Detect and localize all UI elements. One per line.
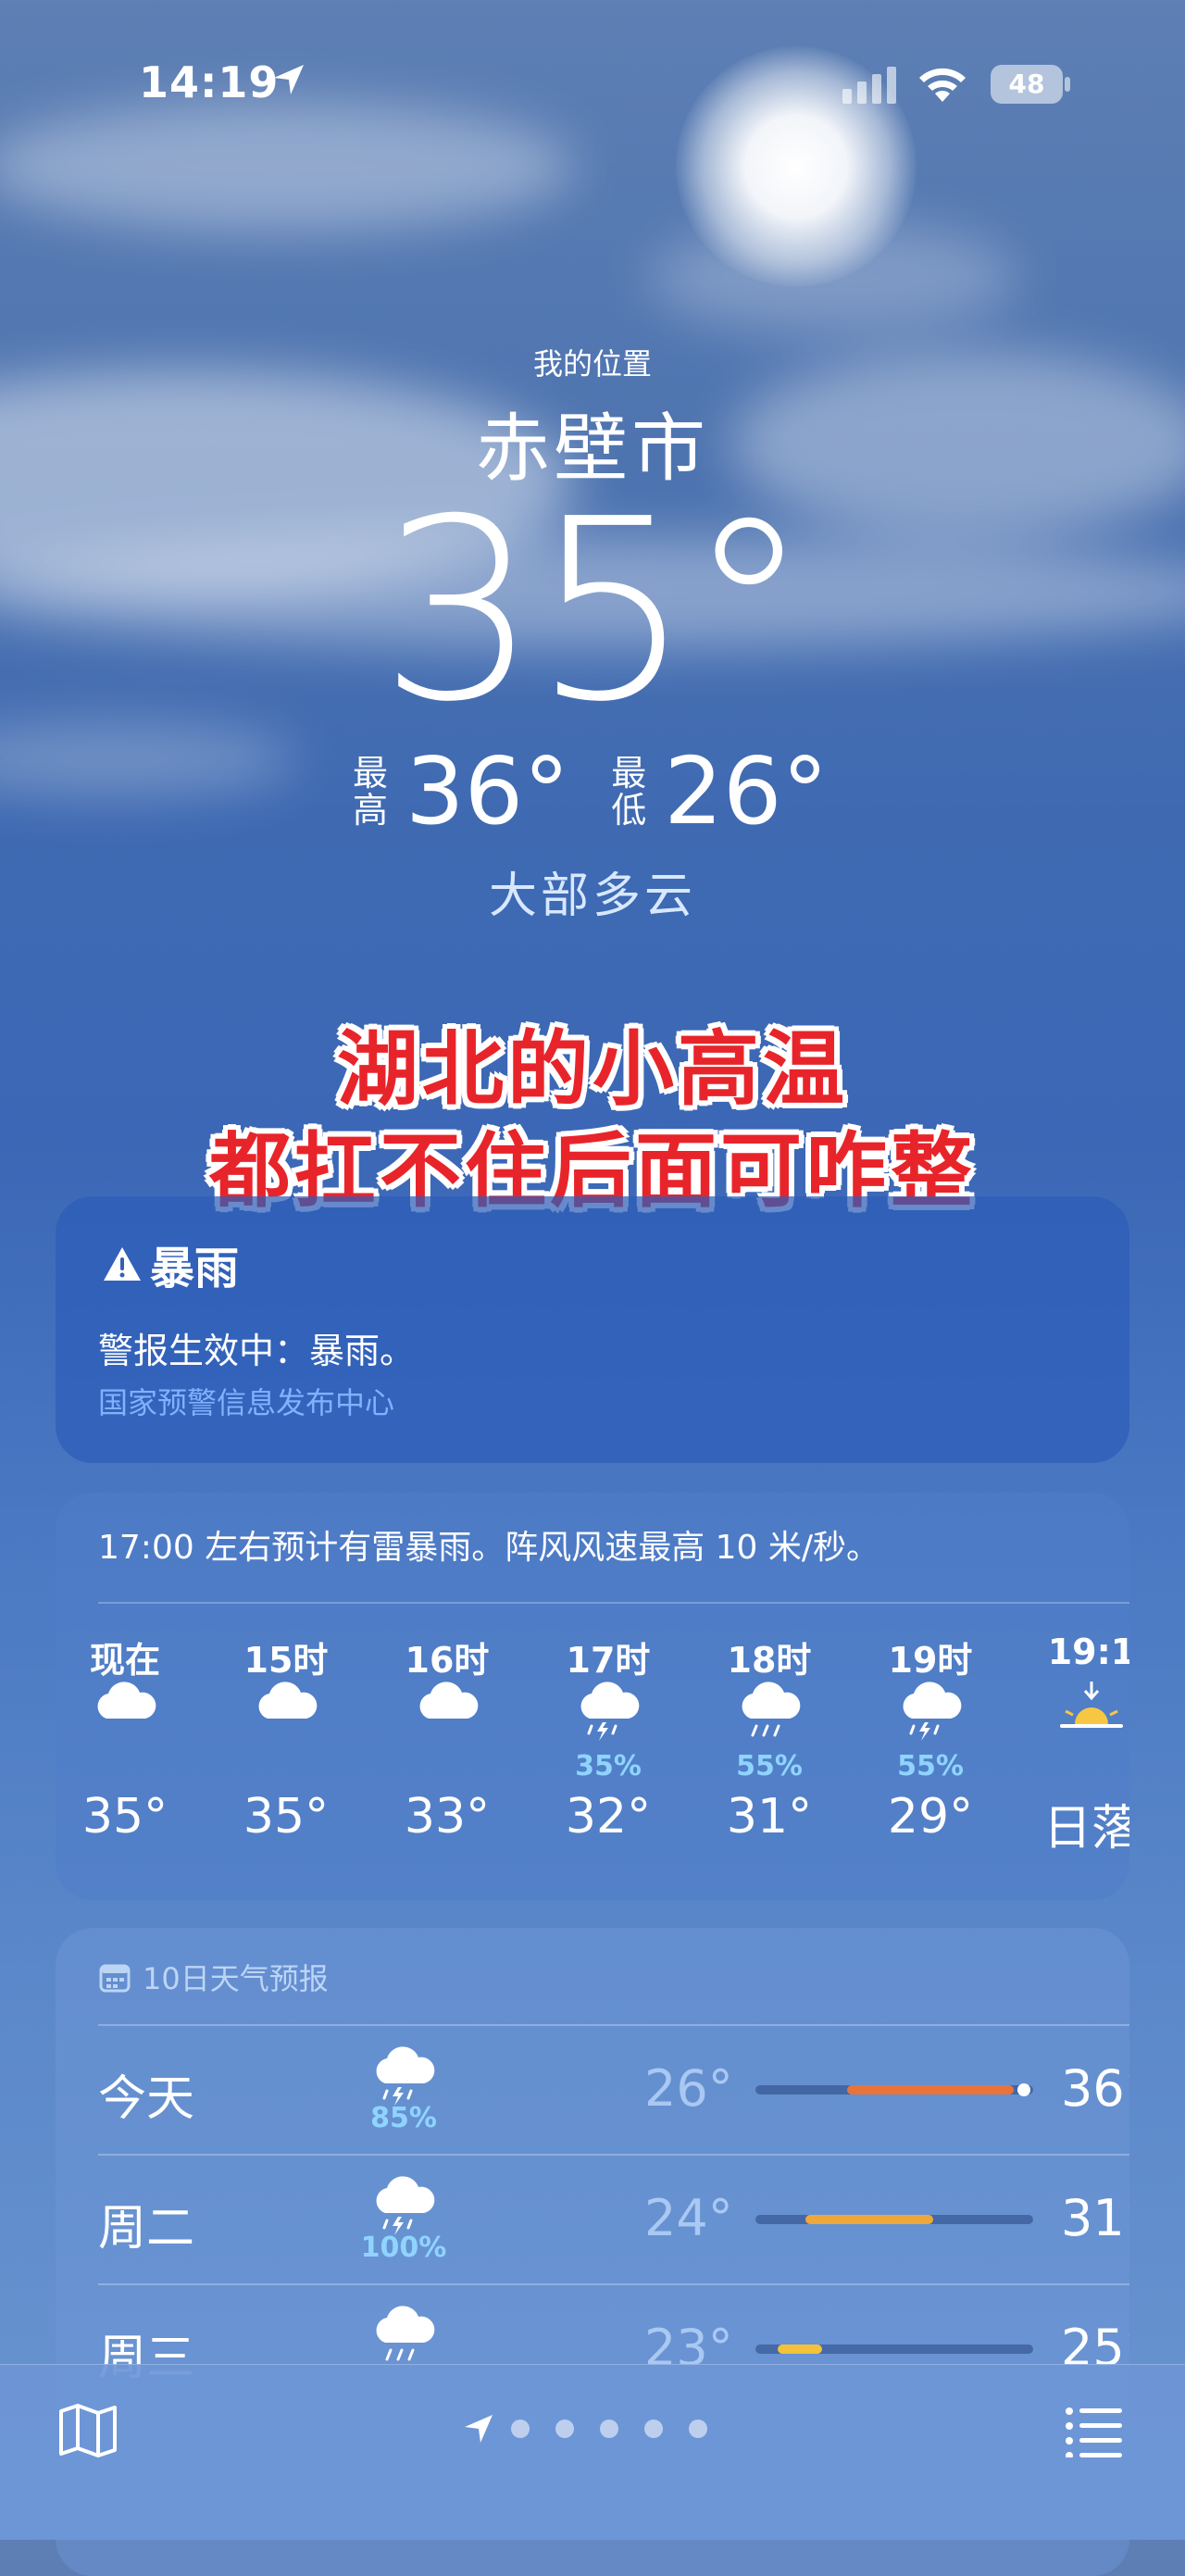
hourly-item: 现在 35°	[56, 1632, 194, 1844]
hourly-item: 18时 55% 31°	[700, 1632, 839, 1844]
alert-title-row: 暴雨	[102, 1232, 239, 1296]
hour-temperature: 32°	[565, 1789, 652, 1844]
thunderstorm-icon	[367, 2172, 441, 2235]
high-temperature: 36°	[1061, 2059, 1129, 2118]
hour-label: 19时	[888, 1640, 973, 1681]
location-arrow-icon	[274, 65, 304, 94]
thunderstorm-icon	[893, 1682, 967, 1746]
sunset-icon	[1054, 1682, 1129, 1746]
hour-temperature: 35°	[243, 1789, 330, 1844]
hour-temperature: 日落	[1042, 1801, 1129, 1857]
temperature-range-fill	[805, 2215, 933, 2224]
precip-chance: 85%	[370, 2102, 437, 2134]
current-temp-dot	[1017, 2083, 1030, 2096]
page-dot[interactable]	[511, 2420, 530, 2438]
hour-temperature: 33°	[404, 1789, 491, 1844]
hour-temperature: 29°	[887, 1789, 974, 1844]
low-label: 最低	[611, 753, 647, 831]
alert-description: 警报生效中：暴雨。	[98, 1331, 416, 1371]
hourly-item: 17时 35% 32°	[539, 1632, 678, 1844]
location-arrow-icon	[465, 2415, 493, 2443]
daily-header: 10日天气预报	[98, 1956, 329, 1998]
overlay-caption: 湖北的小高温 都扛不住后面可咋整	[0, 1019, 1185, 1222]
hourly-item: 16时 33°	[378, 1632, 517, 1844]
map-icon[interactable]	[57, 2402, 118, 2459]
thunderstorm-icon	[571, 1682, 645, 1746]
precip-chance: 100%	[360, 2232, 447, 2264]
hour-temperature: 31°	[726, 1789, 813, 1844]
high-temperature: 31°	[1061, 2189, 1129, 2247]
thunderstorm-icon	[367, 2043, 441, 2106]
list-icon[interactable]	[1065, 2406, 1124, 2457]
day-name: 周二	[98, 2201, 195, 2257]
precip-chance: 35%	[575, 1750, 642, 1782]
hourly-item: 19:1 日落	[1022, 1632, 1129, 1858]
rain-icon	[732, 1682, 806, 1746]
calendar-icon	[99, 1964, 131, 1993]
severe-weather-alert-card[interactable]: 暴雨 警报生效中：暴雨。 国家预警信息发布中心	[56, 1196, 1129, 1463]
low-temperature: 26°	[664, 737, 829, 845]
hour-label: 15时	[243, 1640, 329, 1681]
divider	[98, 2283, 1129, 2285]
cloud-icon	[410, 1682, 484, 1746]
low-temperature: 26°	[644, 2059, 733, 2118]
high-temperature: 36°	[405, 737, 570, 845]
hour-temperature: 35°	[81, 1789, 168, 1844]
low-temperature: 24°	[644, 2189, 733, 2247]
hourly-item: 15时 35°	[217, 1632, 356, 1844]
rain-icon	[367, 2302, 441, 2361]
page-dot[interactable]	[600, 2420, 618, 2438]
precip-chance: 55%	[736, 1750, 803, 1782]
location-label: 我的位置	[532, 346, 652, 381]
daily-header-label: 10日天气预报	[143, 1961, 329, 1996]
high-low-row: 最高 36° 最低 26°	[352, 741, 869, 843]
alert-title: 暴雨	[150, 1243, 240, 1294]
hour-label: 现在	[89, 1640, 160, 1681]
battery-indicator: 48	[991, 65, 1072, 104]
temperature-range-bar	[755, 2345, 1033, 2354]
battery-level: 48	[1008, 69, 1045, 99]
bottom-toolbar	[0, 2364, 1185, 2540]
alert-source-link[interactable]: 国家预警信息发布中心	[98, 1380, 394, 1422]
temperature-range-bar	[755, 2215, 1033, 2224]
divider	[98, 1602, 1129, 1604]
page-dot[interactable]	[555, 2420, 574, 2438]
wifi-icon	[919, 68, 966, 102]
divider	[98, 2154, 1129, 2156]
overlay-line-1: 湖北的小高温	[336, 1021, 848, 1117]
hour-label: 16时	[405, 1640, 490, 1681]
hourly-forecast-card[interactable]: 17:00 左右预计有雷暴雨。阵风风速最高 10 米/秒。 现在 35° 15时 35…	[56, 1493, 1129, 1900]
cellular-signal-icon	[842, 67, 896, 104]
hour-label: 19:1	[1047, 1632, 1129, 1672]
cloud-icon	[249, 1682, 323, 1746]
cloud-icon	[88, 1682, 162, 1746]
daily-row[interactable]: 周二 100% 24° 31°	[98, 2154, 1129, 2283]
page-dot[interactable]	[689, 2420, 707, 2438]
current-temperature: 35°	[379, 465, 812, 757]
page-indicator[interactable]	[463, 2413, 733, 2445]
status-time: 14:19	[139, 57, 280, 107]
precip-chance: 55%	[897, 1750, 964, 1782]
day-name: 今天	[98, 2071, 195, 2127]
hour-label: 18时	[727, 1640, 812, 1681]
divider	[98, 2024, 1129, 2026]
page-dot[interactable]	[644, 2420, 663, 2438]
warning-icon	[104, 1247, 141, 1281]
temperature-range-fill	[778, 2345, 822, 2354]
hourly-item: 19时 55% 29°	[861, 1632, 1000, 1844]
hour-label: 17时	[566, 1640, 651, 1681]
high-label: 最高	[352, 753, 388, 831]
hourly-summary: 17:00 左右预计有雷暴雨。阵风风速最高 10 米/秒。	[98, 1529, 880, 1567]
weather-condition: 大部多云	[488, 869, 696, 924]
temperature-range-fill	[847, 2085, 1014, 2095]
temperature-range-bar	[755, 2083, 1033, 2096]
daily-row[interactable]: 今天 85% 26° 36°	[98, 2024, 1129, 2154]
